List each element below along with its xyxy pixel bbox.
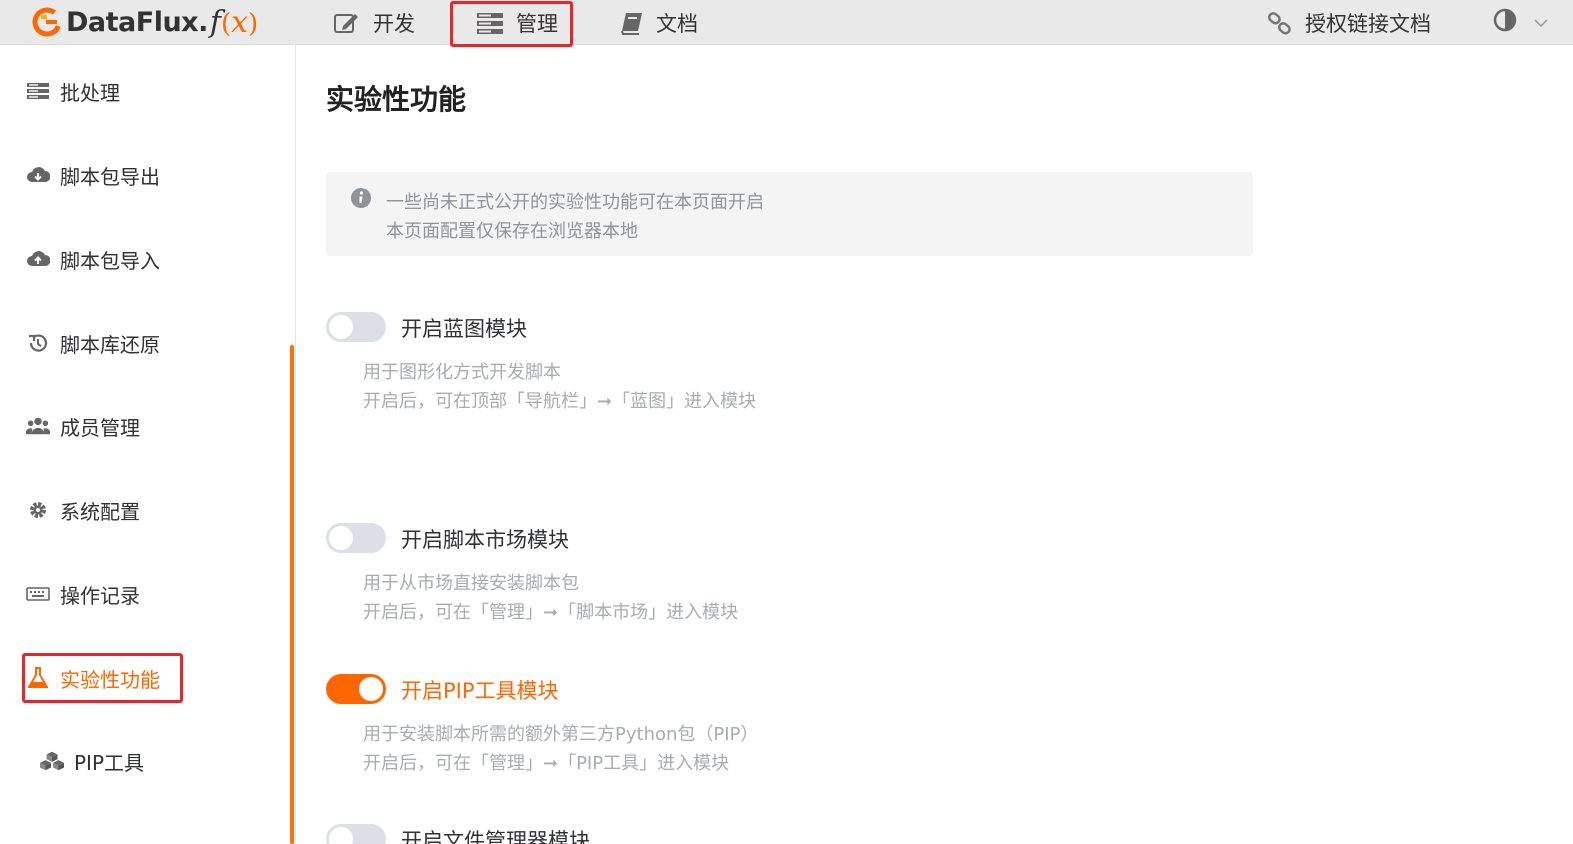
- feature-file-manager: 开启文件管理器模块: [326, 824, 1226, 844]
- logo-fx-f: f: [209, 4, 221, 40]
- top-bar: DataFlux. f(x) 开发 管理 文档 授权链接文档: [0, 0, 1573, 47]
- sidebar-item-label: 批处理: [60, 80, 120, 105]
- list-icon: [26, 82, 50, 100]
- logo-text: DataFlux.: [66, 6, 208, 38]
- feature-hint: 开启后，可在顶部「导航栏」➞「蓝图」进入模块: [363, 391, 757, 412]
- contrast-icon: [1493, 7, 1519, 38]
- sidebar-item-export[interactable]: 脚本包导出: [26, 155, 160, 195]
- logo-fx-open: (: [220, 8, 232, 39]
- feature-desc: 用于图形化方式开发脚本: [363, 362, 561, 383]
- sidebar-item-label: 系统配置: [60, 499, 140, 524]
- logo-mark-icon: [32, 7, 62, 37]
- file-manager-switch[interactable]: [326, 824, 386, 844]
- flask-icon: [26, 667, 50, 689]
- sidebar-scrollbar[interactable]: [290, 345, 294, 844]
- feature-label: 开启脚本市场模块: [401, 528, 569, 552]
- logo-fx: f(x): [210, 5, 258, 40]
- edit-icon: [333, 11, 361, 35]
- info-text-line-2: 本页面配置仅保存在浏览器本地: [386, 221, 638, 242]
- page-title: 实验性功能: [326, 83, 467, 116]
- chevron-down-icon: [1533, 17, 1549, 29]
- feature-desc: 用于安装脚本所需的额外第三方Python包（PIP）: [363, 724, 759, 745]
- sidebar-item-label: 成员管理: [60, 415, 140, 440]
- info-alert: 一些尚未正式公开的实验性功能可在本页面开启 本页面配置仅保存在浏览器本地: [326, 172, 1253, 256]
- feature-label: 开启文件管理器模块: [401, 829, 590, 844]
- sidebar-item-batch[interactable]: 批处理: [26, 71, 120, 111]
- sidebar-item-logs[interactable]: 操作记录: [26, 574, 140, 614]
- book-icon: [620, 11, 644, 35]
- cubes-icon: [40, 750, 64, 772]
- nav-dev[interactable]: 开发: [333, 0, 415, 45]
- nav-docs-label: 文档: [656, 11, 698, 36]
- sidebar-item-label: PIP工具: [74, 750, 145, 775]
- sidebar-item-members[interactable]: 成员管理: [26, 406, 140, 446]
- feature-hint: 开启后，可在「管理」➞「脚本市场」进入模块: [363, 602, 739, 623]
- sidebar-item-label: 实验性功能: [60, 667, 160, 692]
- sidebar-item-label: 操作记录: [60, 583, 140, 608]
- info-text-line-1: 一些尚未正式公开的实验性功能可在本页面开启: [386, 192, 764, 213]
- nav-manage[interactable]: 管理: [476, 0, 558, 45]
- sidebar-item-label: 脚本库还原: [60, 332, 160, 357]
- sidebar-item-pip[interactable]: PIP工具: [40, 741, 144, 781]
- feature-hint: 开启后，可在「管理」➞「PIP工具」进入模块: [363, 753, 730, 774]
- switch-knob: [359, 677, 383, 701]
- sidebar-item-label: 脚本包导出: [60, 164, 160, 189]
- sidebar-item-experimental[interactable]: 实验性功能: [26, 658, 160, 698]
- sidebar-item-config[interactable]: 系统配置: [26, 490, 140, 530]
- sidebar-item-import[interactable]: 脚本包导入: [26, 239, 160, 279]
- gear-icon: [26, 500, 50, 520]
- keyboard-icon: [26, 586, 50, 602]
- logo-fx-x: x: [231, 4, 249, 40]
- switch-knob: [329, 526, 353, 550]
- nav-auth-docs[interactable]: 授权链接文档: [1267, 0, 1431, 45]
- script-market-switch[interactable]: [326, 523, 386, 553]
- users-icon: [26, 416, 50, 436]
- nav-manage-label: 管理: [516, 11, 558, 36]
- info-icon: [350, 187, 372, 213]
- nav-dev-label: 开发: [373, 11, 415, 36]
- sidebar-item-restore[interactable]: 脚本库还原: [26, 323, 160, 363]
- switch-knob: [329, 827, 353, 844]
- nav-auth-docs-label: 授权链接文档: [1305, 11, 1431, 36]
- logo[interactable]: DataFlux. f(x): [32, 4, 258, 40]
- history-icon: [26, 332, 50, 354]
- server-icon: [476, 11, 504, 35]
- pip-tool-switch[interactable]: [326, 674, 386, 704]
- blueprint-switch[interactable]: [326, 312, 386, 342]
- link-icon: [1267, 11, 1293, 35]
- theme-toggle[interactable]: [1493, 0, 1549, 45]
- feature-label: 开启蓝图模块: [401, 317, 527, 341]
- logo-fx-close: ): [248, 8, 259, 39]
- sidebar-item-label: 脚本包导入: [60, 248, 160, 273]
- cloud-download-icon: [26, 166, 50, 184]
- switch-knob: [329, 315, 353, 339]
- feature-label: 开启PIP工具模块: [401, 679, 559, 703]
- nav-docs[interactable]: 文档: [620, 0, 698, 45]
- cloud-upload-icon: [26, 250, 50, 268]
- feature-desc: 用于从市场直接安装脚本包: [363, 573, 579, 594]
